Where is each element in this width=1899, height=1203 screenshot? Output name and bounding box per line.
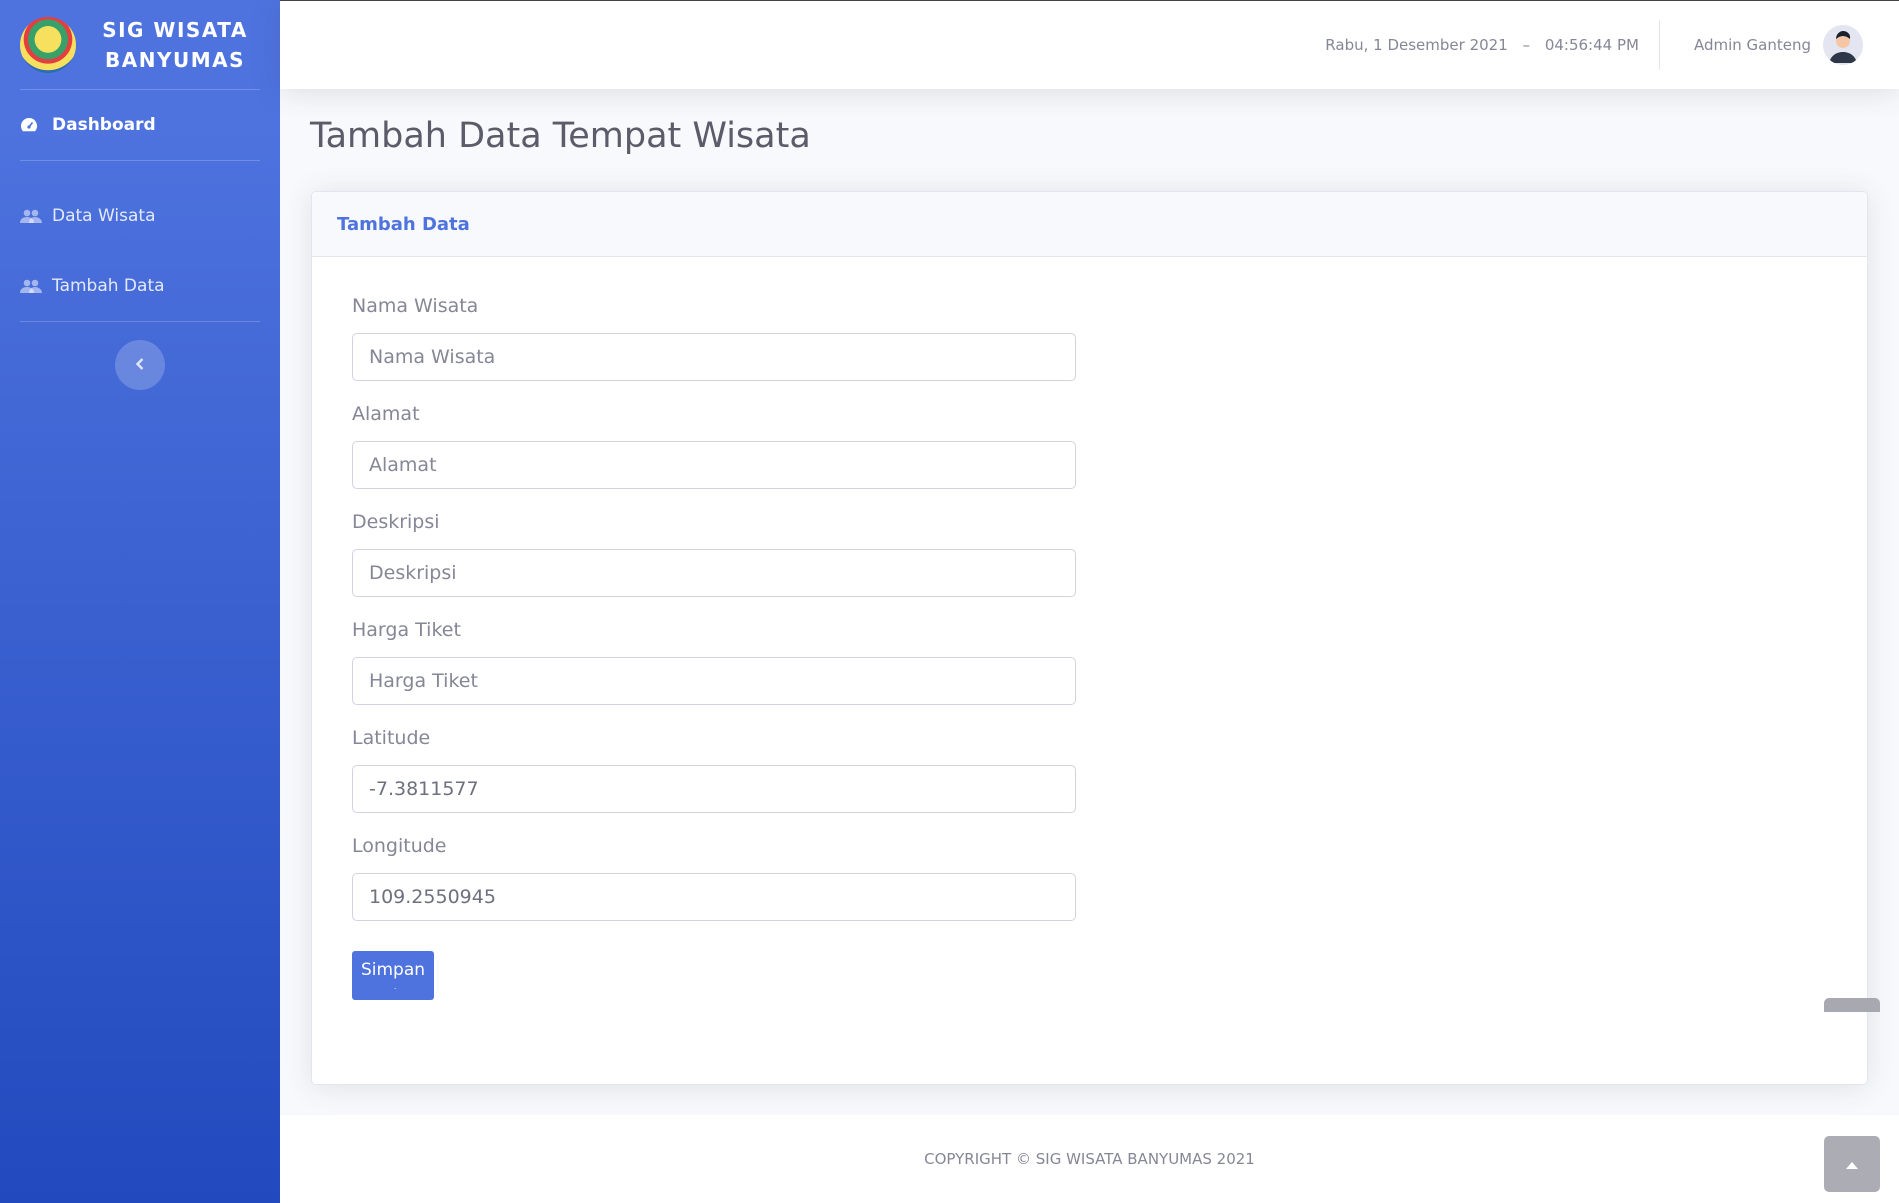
harga-tiket-label: Harga Tiket xyxy=(352,619,461,641)
tachometer-icon xyxy=(20,117,42,133)
users-icon xyxy=(20,279,42,293)
nama-wisata-label: Nama Wisata xyxy=(352,295,479,317)
sidebar: SIG WISATA BANYUMAS Dashboard Data Wisat… xyxy=(0,0,280,1203)
button-stack: Simpan Simpan xyxy=(352,951,1827,1021)
form-group-latitude: Latitude xyxy=(352,727,1827,813)
sidebar-item-label: Tambah Data xyxy=(52,276,165,296)
banyumas-seal-logo xyxy=(20,16,76,73)
brand-text: SIG WISATA BANYUMAS xyxy=(90,15,260,75)
nav-gap xyxy=(0,161,280,181)
latitude-label: Latitude xyxy=(352,727,431,749)
alamat-label: Alamat xyxy=(352,403,420,425)
longitude-label: Longitude xyxy=(352,835,447,857)
datetime-separator: – xyxy=(1522,36,1531,54)
form-group-alamat: Alamat xyxy=(352,403,1827,489)
topbar: Rabu, 1 Desember 2021 – 04:56:44 PM Admi… xyxy=(280,0,1899,89)
side-tab[interactable] xyxy=(1824,998,1880,1012)
latitude-input[interactable] xyxy=(352,765,1076,813)
sidebar-toggle-button[interactable] xyxy=(115,340,165,390)
form-group-deskripsi: Deskripsi xyxy=(352,511,1827,597)
form-group-longitude: Longitude xyxy=(352,835,1827,921)
footer: COPYRIGHT © SIG WISATA BANYUMAS 2021 xyxy=(280,1115,1899,1203)
user-name[interactable]: Admin Ganteng xyxy=(1694,36,1811,54)
card-header-title: Tambah Data xyxy=(337,213,470,235)
longitude-input[interactable] xyxy=(352,873,1076,921)
sidebar-item-data-wisata[interactable]: Data Wisata xyxy=(0,181,280,251)
simpan-button[interactable]: Simpan xyxy=(352,951,434,988)
users-icon xyxy=(20,209,42,223)
form-group-nama-wisata: Nama Wisata xyxy=(352,295,1827,381)
sidebar-toggle-wrap xyxy=(0,322,280,390)
sidebar-item-label: Data Wisata xyxy=(52,206,156,226)
brand-line-2: BANYUMAS xyxy=(105,47,245,72)
alamat-input[interactable] xyxy=(352,441,1076,489)
date-text: Rabu, 1 Desember 2021 xyxy=(1325,36,1508,54)
sidebar-item-label: Dashboard xyxy=(52,115,156,135)
sidebar-item-dashboard[interactable]: Dashboard xyxy=(0,90,280,160)
form-card: Tambah Data Nama Wisata Alamat Deskripsi… xyxy=(311,191,1868,1085)
time-text: 04:56:44 PM xyxy=(1544,36,1639,54)
nama-wisata-input[interactable] xyxy=(352,333,1076,381)
footer-copyright: COPYRIGHT © SIG WISATA BANYUMAS 2021 xyxy=(924,1150,1255,1168)
card-header: Tambah Data xyxy=(312,192,1867,257)
datetime: Rabu, 1 Desember 2021 – 04:56:44 PM xyxy=(1325,36,1639,54)
avatar[interactable] xyxy=(1823,25,1863,65)
brand-line-1: SIG WISATA xyxy=(102,17,248,42)
form-group-harga-tiket: Harga Tiket xyxy=(352,619,1827,705)
brand[interactable]: SIG WISATA BANYUMAS xyxy=(0,0,280,89)
deskripsi-label: Deskripsi xyxy=(352,511,440,533)
scroll-to-top-button[interactable] xyxy=(1824,1136,1880,1192)
chevron-left-icon xyxy=(135,356,145,375)
sidebar-item-tambah-data[interactable]: Tambah Data xyxy=(0,251,280,321)
topbar-divider xyxy=(1658,20,1660,70)
card-body: Nama Wisata Alamat Deskripsi Harga Tiket… xyxy=(312,257,1867,1059)
page-title: Tambah Data Tempat Wisata xyxy=(310,116,811,156)
deskripsi-input[interactable] xyxy=(352,549,1076,597)
chevron-up-icon xyxy=(1845,1155,1859,1174)
harga-tiket-input[interactable] xyxy=(352,657,1076,705)
